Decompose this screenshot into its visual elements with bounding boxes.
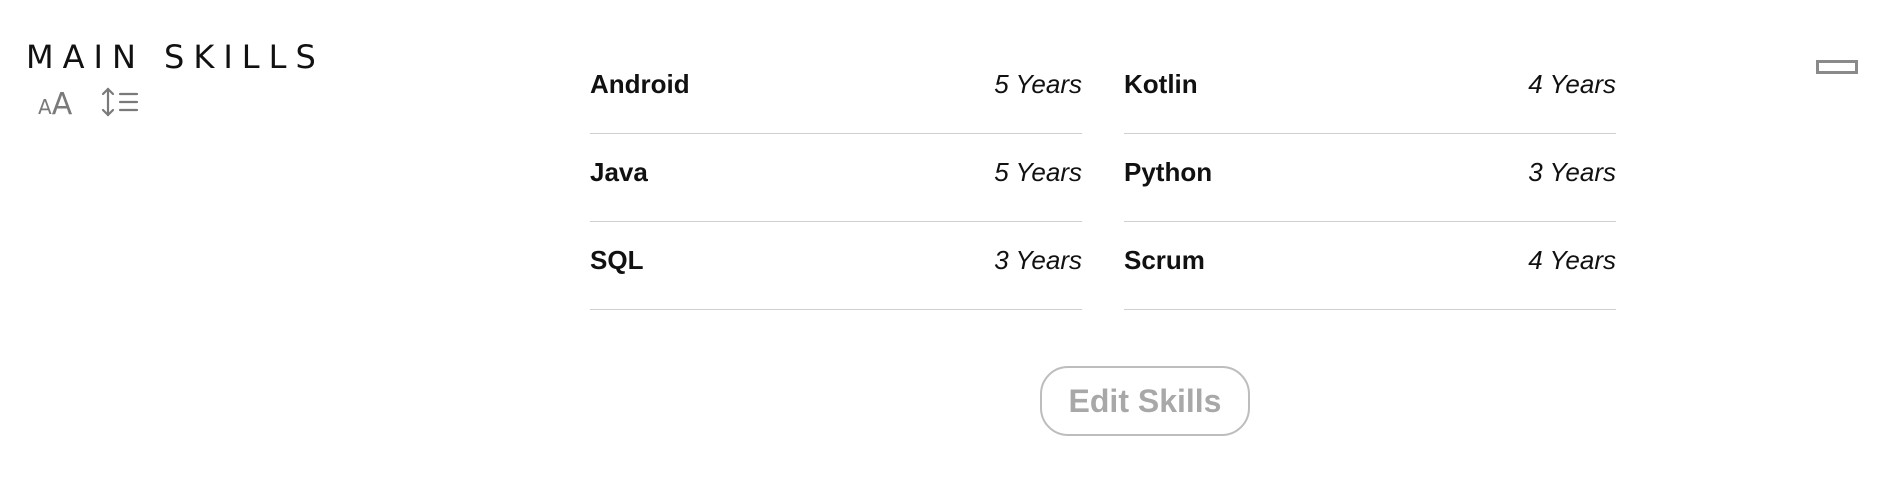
skill-row-java: Java 5 Years [590, 134, 1082, 222]
title-toolbar: AA [38, 86, 140, 123]
text-size-icon[interactable]: AA [38, 86, 73, 122]
skill-name: SQL [590, 245, 644, 275]
skill-years: 4 Years [1528, 69, 1616, 99]
skill-row-sql: SQL 3 Years [590, 222, 1082, 310]
skill-name: Kotlin [1124, 69, 1198, 99]
skill-row-scrum: Scrum 4 Years [1124, 222, 1616, 310]
text-size-large-glyph: A [51, 86, 73, 122]
skill-name: Android [590, 69, 690, 99]
skill-years: 3 Years [994, 245, 1082, 275]
edit-skills-button[interactable]: Edit Skills [1040, 366, 1250, 436]
skill-row-python: Python 3 Years [1124, 134, 1616, 222]
skill-years: 5 Years [994, 157, 1082, 187]
line-spacing-icon[interactable] [100, 86, 140, 123]
section-title: MAIN SKILLS [26, 38, 325, 76]
minimize-rect-icon[interactable] [1816, 60, 1858, 74]
skill-years: 3 Years [1528, 157, 1616, 187]
skill-years: 5 Years [994, 69, 1082, 99]
skills-panel: MAIN SKILLS AA Android 5 Years Kotlin 4 … [0, 0, 1894, 496]
text-size-small-glyph: A [38, 94, 52, 119]
skill-name: Python [1124, 157, 1213, 187]
line-spacing-svg [102, 87, 139, 117]
skill-name: Java [590, 157, 648, 187]
skill-years: 4 Years [1528, 245, 1616, 275]
skill-name: Scrum [1124, 245, 1205, 275]
skills-grid: Android 5 Years Kotlin 4 Years Java 5 Ye… [590, 46, 1616, 310]
skill-row-android: Android 5 Years [590, 46, 1082, 134]
skill-row-kotlin: Kotlin 4 Years [1124, 46, 1616, 134]
